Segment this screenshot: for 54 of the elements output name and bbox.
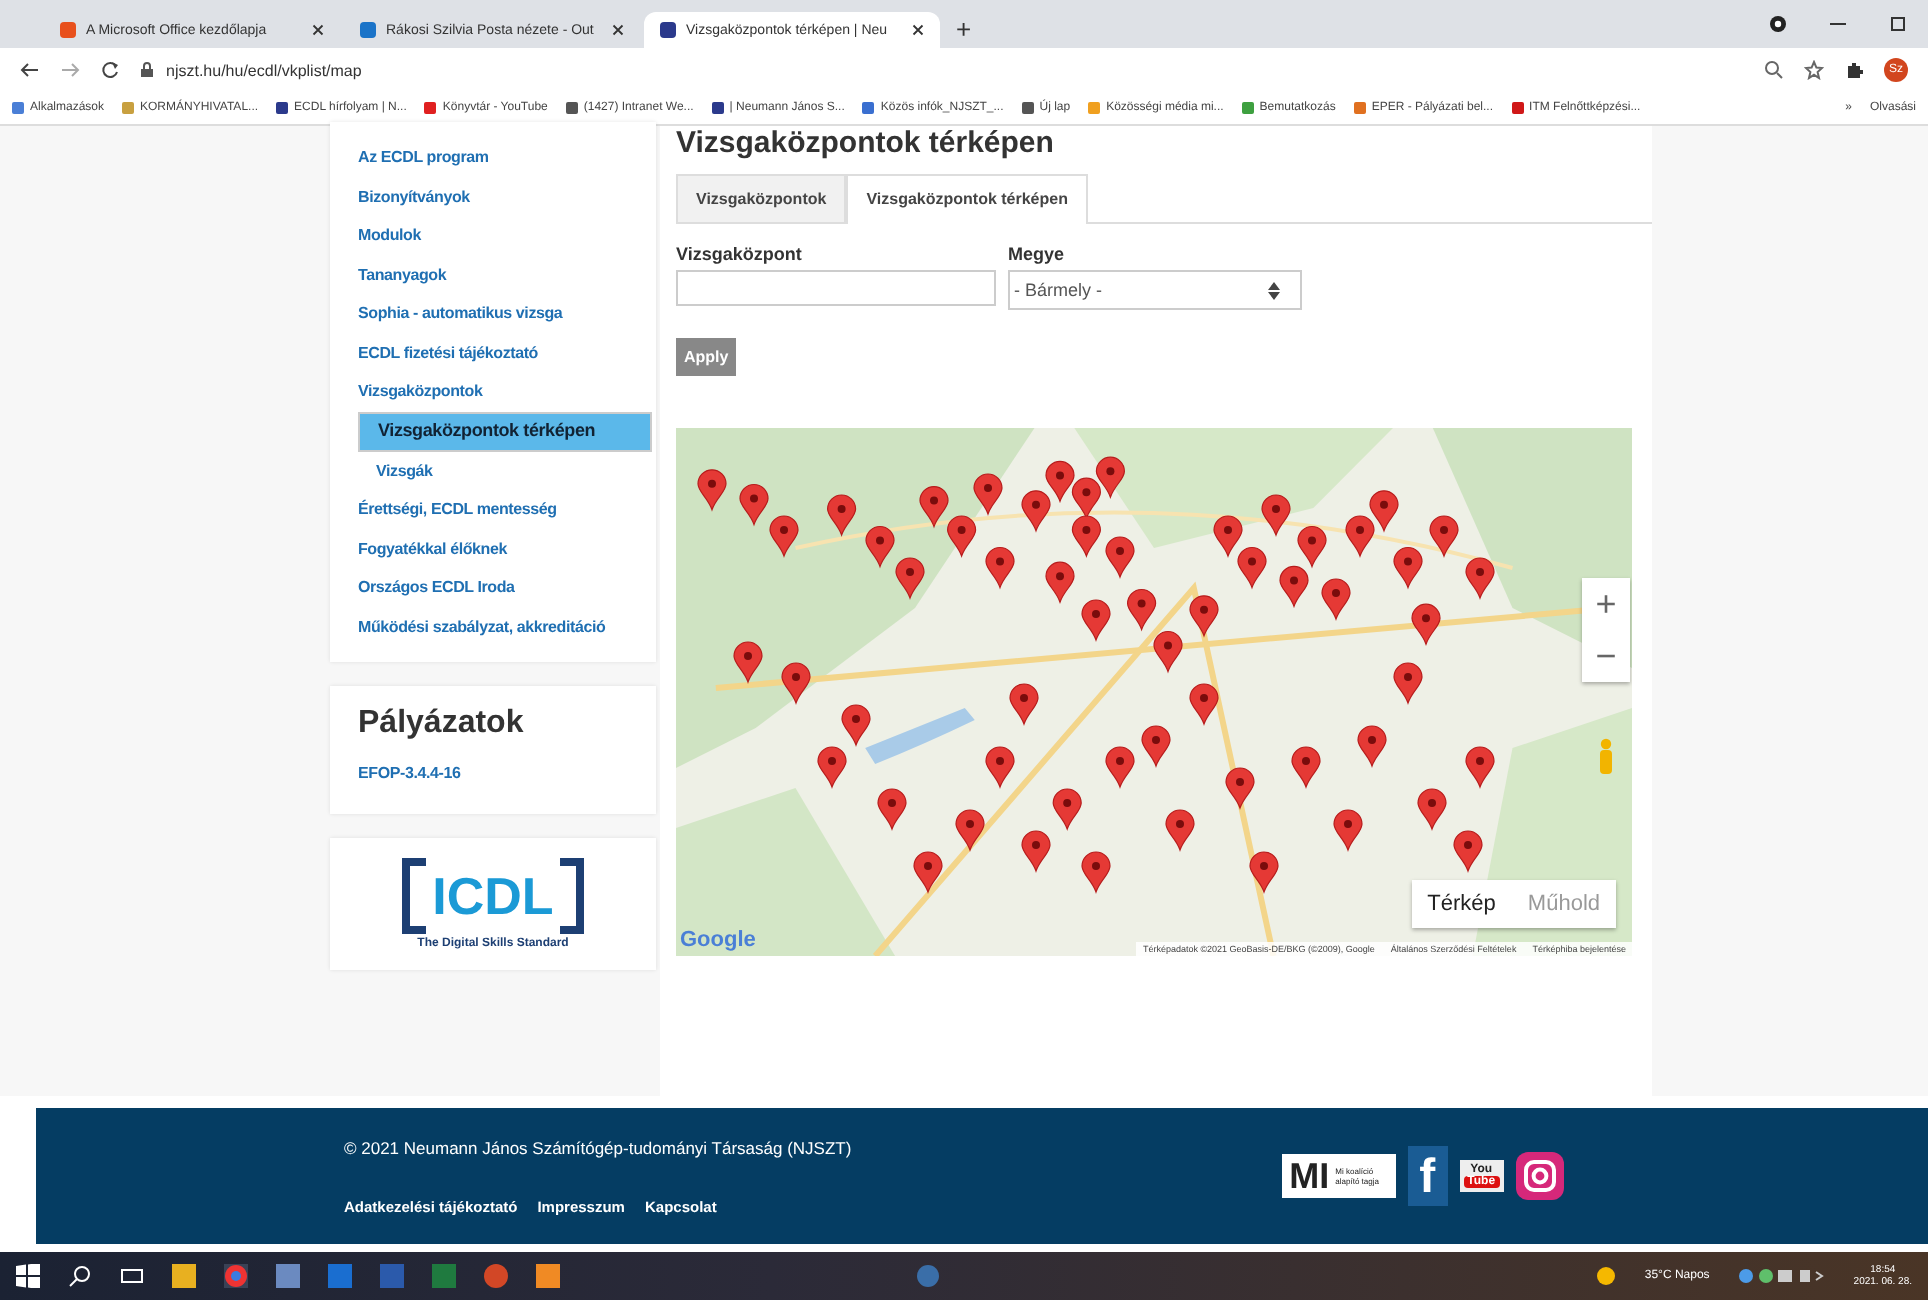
close-icon[interactable] — [912, 24, 924, 36]
task-view-icon[interactable] — [120, 1264, 144, 1288]
logo-bracket-icon — [402, 857, 427, 933]
county-select[interactable]: - Bármely - — [1008, 270, 1302, 310]
url-text: njszt.hu/hu/ecdl/vkplist/map — [166, 61, 362, 79]
sidebar-item[interactable]: Tananyagok — [358, 255, 640, 294]
tender-link[interactable]: EFOP-3.4.4-16 — [358, 754, 628, 793]
map-type-button[interactable]: Térkép — [1411, 880, 1512, 928]
google-logo: Google — [680, 928, 756, 952]
sidebar-item[interactable]: Modulok — [358, 216, 640, 255]
facebook-button[interactable]: f — [1407, 1146, 1448, 1206]
start-icon[interactable] — [16, 1264, 40, 1288]
zoom-in-button[interactable]: + — [1582, 578, 1630, 630]
new-tab-button[interactable]: + — [944, 12, 984, 48]
sidebar-item[interactable]: Bizonyítványok — [358, 177, 640, 216]
lock-icon — [140, 62, 154, 78]
tenders-title: Pályázatok — [358, 706, 526, 742]
tray-icons-drawing[interactable] — [1737, 1266, 1826, 1286]
close-icon[interactable] — [612, 24, 624, 36]
logo-bracket-icon — [559, 857, 584, 933]
search-icon[interactable] — [68, 1264, 92, 1288]
reload-icon[interactable] — [100, 60, 120, 80]
page-tab[interactable]: Vizsgaközpontok — [676, 174, 847, 222]
browser-icon[interactable] — [224, 1264, 248, 1288]
page-title: Vizsgaközpontok térképen — [676, 126, 1056, 162]
sidebar-subitem[interactable]: Vizsgák — [358, 451, 640, 490]
page-tab[interactable]: Vizsgaközpontok térképen — [846, 174, 1088, 224]
sort-arrows-icon — [1268, 281, 1280, 299]
zoom-out-button[interactable]: − — [1582, 630, 1630, 682]
puzzle-icon[interactable] — [1844, 60, 1864, 80]
star-icon[interactable] — [1804, 60, 1824, 80]
sidebar-item[interactable]: Országos ECDL Iroda — [358, 568, 640, 607]
field-label: Vizsgaközpont — [676, 244, 804, 264]
instagram-icon[interactable] — [1515, 1152, 1564, 1200]
input-field[interactable] — [676, 270, 996, 306]
address-bar[interactable]: njszt.hu/hu/ecdl/vkplist/map — [140, 54, 1744, 86]
field-label: Megye — [1008, 244, 1067, 264]
sidebar-item[interactable]: Működési szabályzat, akkreditáció — [358, 607, 640, 646]
copyright-text: © 2021 Neumann János Számítógép-tudományi Társaság (NJSZT) — [344, 1137, 852, 1157]
sidebar-item[interactable]: Sophia - automatikus vizsga — [358, 294, 640, 333]
restore-icon[interactable] — [1888, 14, 1908, 34]
sidebar-item[interactable]: Az ECDL program — [358, 138, 640, 177]
sidebar-item[interactable]: ECDL fizetési tájékoztató — [358, 333, 640, 372]
sun-icon — [1596, 1266, 1617, 1286]
logo-text: ICDL — [430, 867, 556, 923]
sidebar-item[interactable]: Vizsgaközpontok — [358, 372, 640, 411]
profile-icon[interactable] — [1768, 14, 1788, 34]
apply-button[interactable]: Apply — [676, 338, 737, 376]
back-icon[interactable] — [20, 60, 40, 80]
sidebar-subitem[interactable]: Vizsgaközpontok térképen — [358, 411, 652, 451]
close-icon[interactable] — [312, 24, 324, 36]
sidebar-item[interactable]: Érettségi, ECDL mentesség — [358, 490, 640, 529]
sidebar-item[interactable]: Fogyatékkal élőknek — [358, 529, 640, 568]
zoom-icon[interactable] — [1764, 60, 1784, 80]
